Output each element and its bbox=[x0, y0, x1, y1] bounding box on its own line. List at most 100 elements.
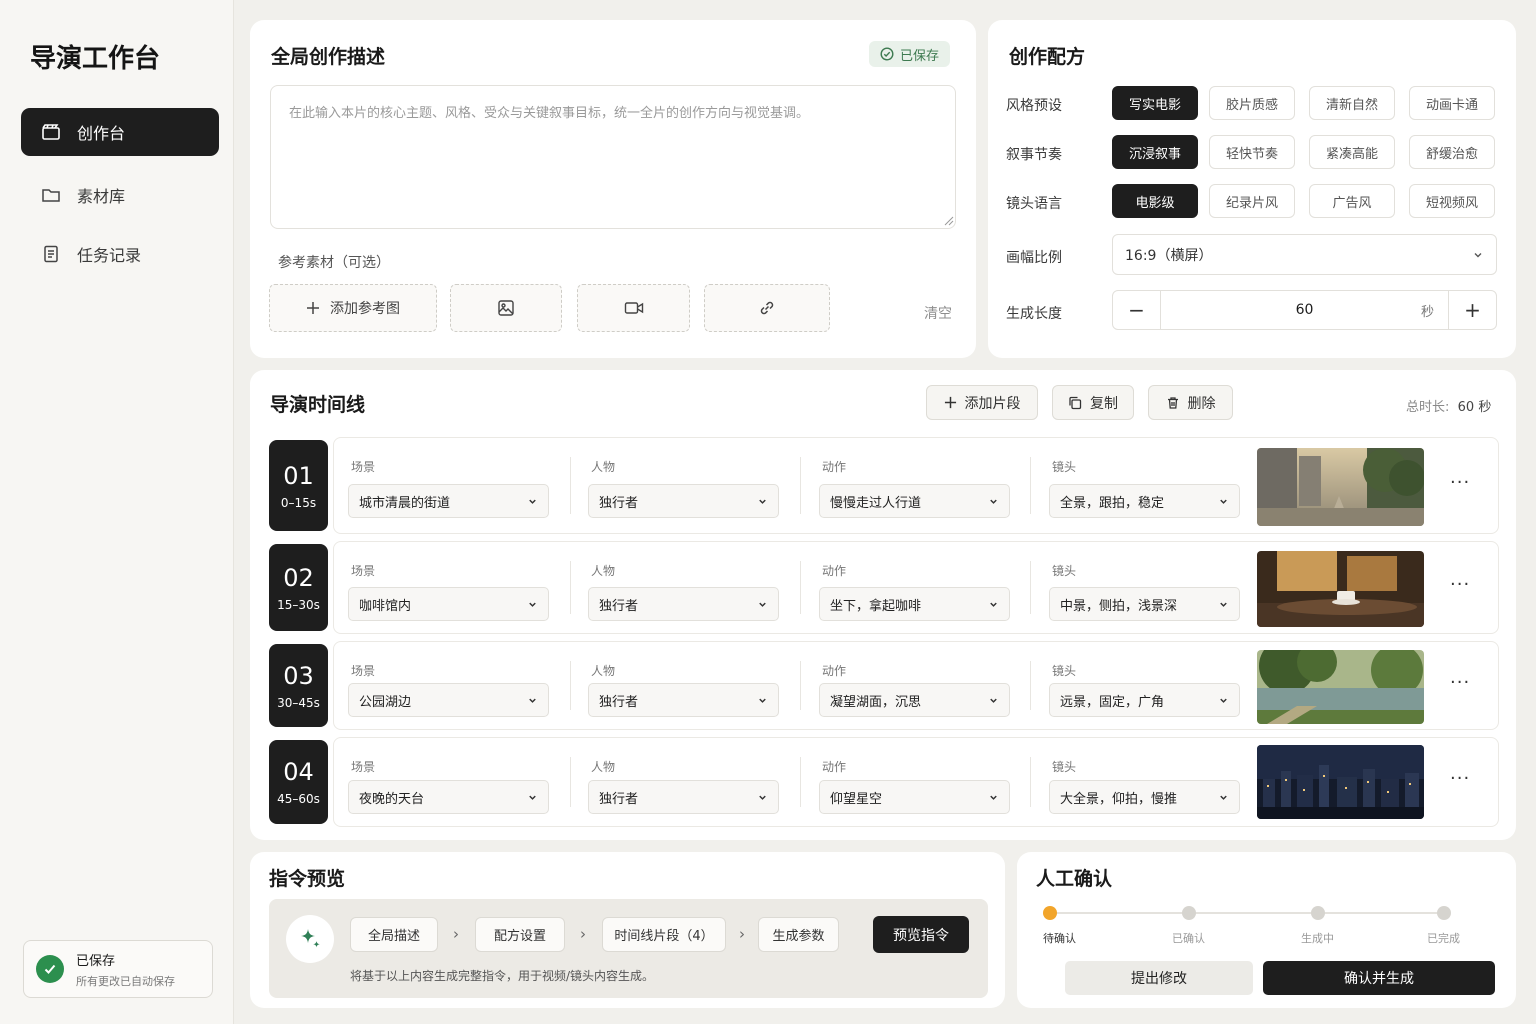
character-select[interactable]: 独行者 bbox=[588, 587, 779, 621]
column-divider bbox=[1030, 561, 1031, 614]
camera-select[interactable]: 中景，侧拍，浅景深 bbox=[1049, 587, 1240, 621]
action-select[interactable]: 慢慢走过人行道 bbox=[819, 484, 1010, 518]
autosave-subtitle: 所有更改已自动保存 bbox=[76, 974, 175, 988]
segment-thumbnail[interactable] bbox=[1257, 745, 1424, 819]
more-options-icon[interactable]: ··· bbox=[1450, 574, 1470, 595]
clear-button[interactable]: 清空 bbox=[924, 303, 952, 323]
delete-button[interactable]: 删除 bbox=[1148, 385, 1233, 420]
column-divider bbox=[800, 561, 801, 614]
segment-number: 03 bbox=[283, 661, 314, 690]
more-options-icon[interactable]: ··· bbox=[1450, 472, 1470, 493]
segment-number-badge[interactable]: 02 15–30s bbox=[269, 544, 328, 631]
crumb-global[interactable]: 全局描述 bbox=[350, 917, 438, 952]
character-select[interactable]: 独行者 bbox=[588, 780, 779, 814]
copy-button[interactable]: 复制 bbox=[1052, 385, 1134, 420]
segment-thumbnail[interactable] bbox=[1257, 551, 1424, 627]
add-reference-button[interactable]: 添加参考图 bbox=[269, 284, 437, 332]
chevron-down-icon bbox=[990, 698, 997, 703]
action-select[interactable]: 凝望湖面，沉思 bbox=[819, 683, 1010, 717]
camera-select[interactable]: 远景，固定，广角 bbox=[1049, 683, 1240, 717]
action-select[interactable]: 坐下，拿起咖啡 bbox=[819, 587, 1010, 621]
scene-select[interactable]: 咖啡馆内 bbox=[348, 587, 549, 621]
more-options-icon[interactable]: ··· bbox=[1450, 768, 1470, 789]
action-value: 凝望湖面，沉思 bbox=[830, 694, 922, 710]
confirm-generate-button[interactable]: 确认并生成 bbox=[1263, 961, 1495, 995]
style-option-fresh[interactable]: 清新自然 bbox=[1309, 86, 1395, 120]
add-segment-button[interactable]: 添加片段 bbox=[926, 385, 1038, 420]
segment-thumbnail[interactable] bbox=[1257, 448, 1424, 526]
clapperboard-icon bbox=[41, 122, 61, 142]
autosave-title: 已保存 bbox=[76, 953, 116, 969]
folder-icon bbox=[41, 185, 61, 205]
length-input[interactable]: 60 秒 bbox=[1160, 291, 1449, 329]
scene-value: 夜晚的天台 bbox=[359, 791, 425, 807]
decrease-button[interactable]: − bbox=[1113, 291, 1160, 329]
lens-option-cinematic[interactable]: 电影级 bbox=[1112, 184, 1198, 218]
character-select[interactable]: 独行者 bbox=[588, 683, 779, 717]
column-divider bbox=[1030, 457, 1031, 514]
increase-button[interactable]: + bbox=[1449, 291, 1496, 329]
add-image-button[interactable] bbox=[450, 284, 562, 332]
lens-option-documentary[interactable]: 纪录片风 bbox=[1209, 184, 1295, 218]
scene-label: 场景 bbox=[351, 760, 376, 774]
trash-icon bbox=[1167, 396, 1178, 409]
check-icon bbox=[36, 955, 64, 983]
segment-number-badge[interactable]: 01 0–15s bbox=[269, 440, 328, 531]
chevron-down-icon bbox=[529, 602, 536, 607]
lens-option-commercial[interactable]: 广告风 bbox=[1309, 184, 1395, 218]
lens-label: 镜头语言 bbox=[1006, 196, 1062, 212]
add-video-button[interactable] bbox=[577, 284, 690, 332]
crumb-params[interactable]: 生成参数 bbox=[758, 917, 839, 952]
preview-command-button[interactable]: 预览指令 bbox=[873, 916, 969, 953]
rhythm-option-immersive[interactable]: 沉浸叙事 bbox=[1112, 135, 1198, 169]
global-description-input[interactable] bbox=[270, 85, 956, 229]
character-value: 独行者 bbox=[599, 495, 639, 511]
column-divider bbox=[570, 661, 571, 710]
step-dot-done bbox=[1437, 906, 1451, 920]
scene-select[interactable]: 夜晚的天台 bbox=[348, 780, 549, 814]
chevron-down-icon bbox=[1220, 698, 1227, 703]
rhythm-option-brisk[interactable]: 轻快节奏 bbox=[1209, 135, 1295, 169]
scene-select[interactable]: 公园湖边 bbox=[348, 683, 549, 717]
segment-number-badge[interactable]: 04 45–60s bbox=[269, 740, 328, 824]
character-value: 独行者 bbox=[599, 791, 639, 807]
delete-label: 删除 bbox=[1187, 395, 1216, 412]
resize-handle-icon[interactable] bbox=[944, 216, 954, 226]
step-label-done: 已完成 bbox=[1427, 932, 1460, 945]
rhythm-option-soothing[interactable]: 舒缓治愈 bbox=[1409, 135, 1495, 169]
crumb-recipe[interactable]: 配方设置 bbox=[475, 917, 565, 952]
sidebar-item-library[interactable]: 素材库 bbox=[21, 171, 219, 219]
progress-track bbox=[1050, 912, 1444, 914]
reference-label: 参考素材（可选） bbox=[278, 255, 390, 271]
crumb-timeline[interactable]: 时间线片段（4） bbox=[602, 917, 726, 952]
style-option-realistic[interactable]: 写实电影 bbox=[1112, 86, 1198, 120]
length-value: 60 bbox=[1295, 302, 1314, 318]
aspect-ratio-select[interactable]: 16:9（横屏） bbox=[1112, 234, 1497, 275]
saved-badge: 已保存 bbox=[869, 41, 950, 67]
camera-select[interactable]: 全景，跟拍，稳定 bbox=[1049, 484, 1240, 518]
sidebar-item-workbench[interactable]: 创作台 bbox=[21, 108, 219, 156]
add-link-button[interactable] bbox=[704, 284, 830, 332]
scene-select[interactable]: 城市清晨的街道 bbox=[348, 484, 549, 518]
character-value: 独行者 bbox=[599, 694, 639, 710]
sidebar-item-tasks[interactable]: 任务记录 bbox=[21, 230, 219, 278]
character-select[interactable]: 独行者 bbox=[588, 484, 779, 518]
style-option-film[interactable]: 胶片质感 bbox=[1209, 86, 1295, 120]
sidebar-item-label: 创作台 bbox=[77, 124, 126, 143]
step-dot-confirmed bbox=[1182, 906, 1196, 920]
rhythm-option-intense[interactable]: 紧凑高能 bbox=[1309, 135, 1395, 169]
style-option-cartoon[interactable]: 动画卡通 bbox=[1409, 86, 1495, 120]
more-options-icon[interactable]: ··· bbox=[1450, 672, 1470, 693]
camera-select[interactable]: 大全景，仰拍，慢推 bbox=[1049, 780, 1240, 814]
segment-thumbnail[interactable] bbox=[1257, 650, 1424, 724]
lens-option-short-video[interactable]: 短视频风 bbox=[1409, 184, 1495, 218]
column-divider bbox=[800, 661, 801, 710]
request-changes-button[interactable]: 提出修改 bbox=[1065, 961, 1253, 995]
action-value: 仰望星空 bbox=[830, 791, 883, 807]
action-select[interactable]: 仰望星空 bbox=[819, 780, 1010, 814]
scene-value: 咖啡馆内 bbox=[359, 598, 412, 614]
image-icon bbox=[498, 300, 514, 316]
chevron-right-icon: › bbox=[453, 925, 459, 943]
segment-number-badge[interactable]: 03 30–45s bbox=[269, 644, 328, 727]
chevron-down-icon bbox=[529, 698, 536, 703]
